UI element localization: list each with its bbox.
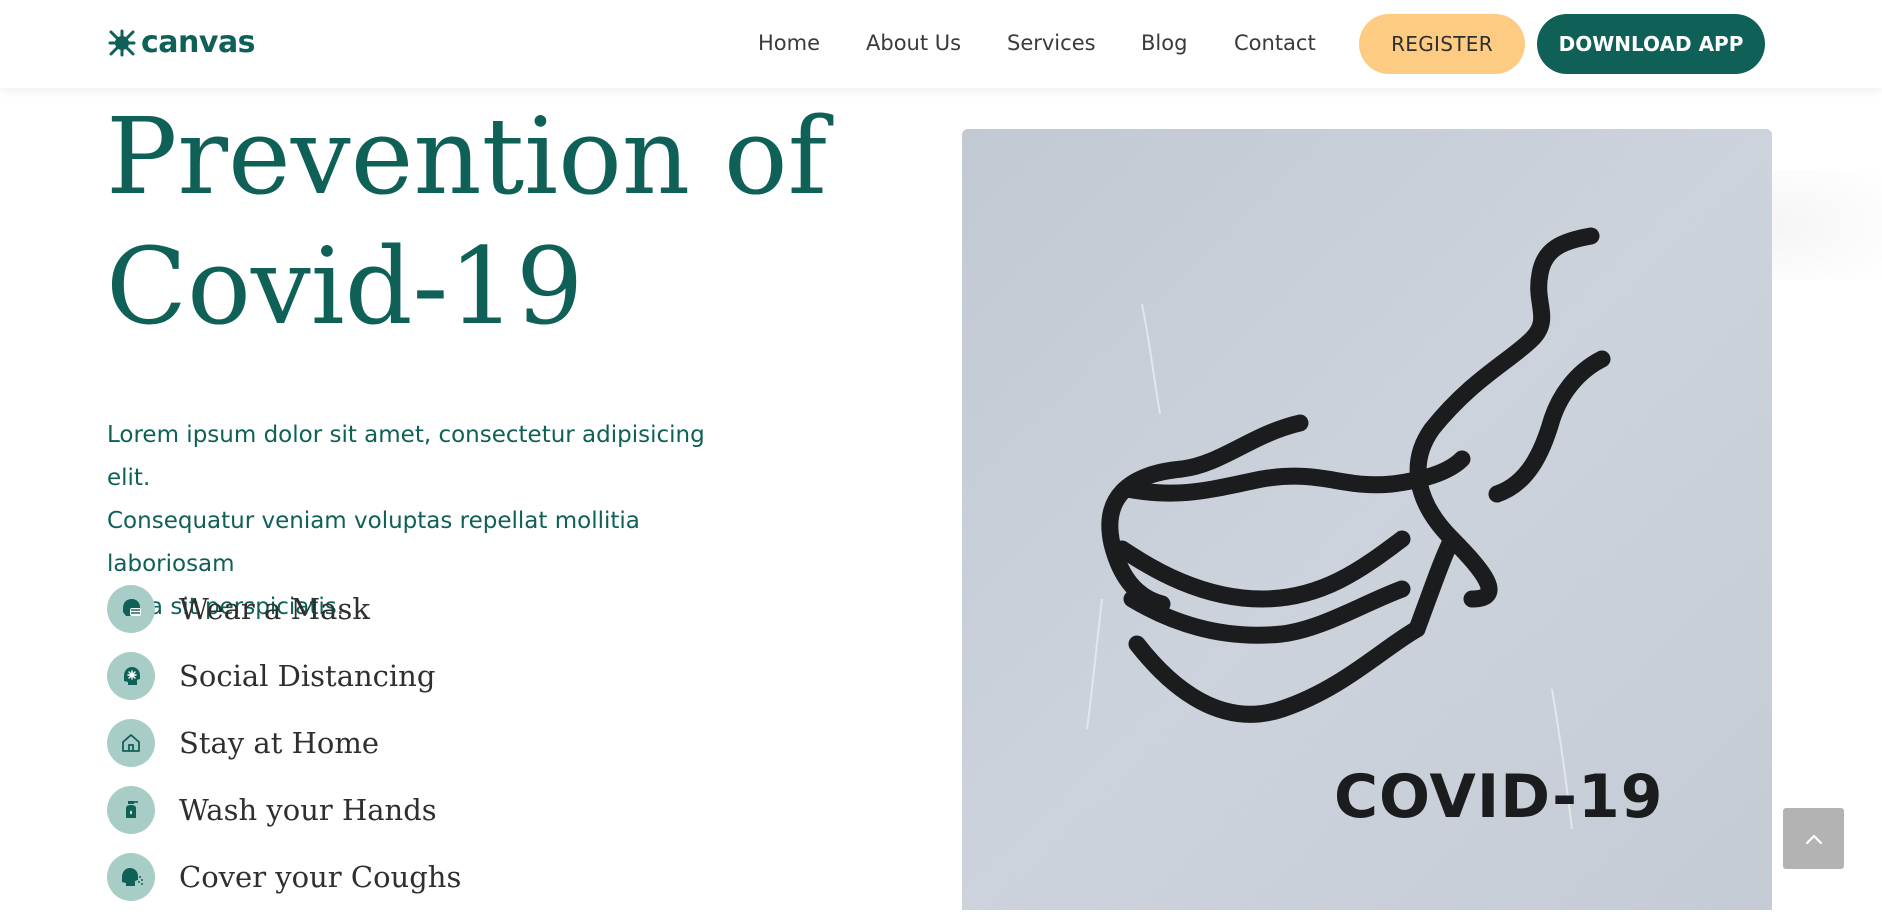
nav-about-us[interactable]: About Us xyxy=(866,31,961,55)
decorative-shadow xyxy=(1772,170,1882,280)
image-covid-text: COVID-19 xyxy=(1334,762,1664,832)
description-line: Lorem ipsum dolor sit amet, consectetur … xyxy=(107,422,705,491)
logo-text: canvas xyxy=(141,25,256,60)
download-app-button[interactable]: DOWNLOAD APP xyxy=(1537,14,1765,74)
virus-logo-icon xyxy=(108,29,136,57)
list-item: Wear a Mask xyxy=(107,585,461,652)
tip-label: Cover your Coughs xyxy=(179,860,462,894)
nav-home[interactable]: Home xyxy=(758,31,820,55)
tip-label: Stay at Home xyxy=(179,726,379,760)
social-distancing-icon xyxy=(107,652,155,700)
hand-wash-icon xyxy=(107,786,155,834)
nav-blog[interactable]: Blog xyxy=(1141,31,1187,55)
home-icon xyxy=(107,719,155,767)
tip-label: Wear a Mask xyxy=(179,592,370,626)
list-item: Stay at Home xyxy=(107,719,461,786)
register-button[interactable]: REGISTER xyxy=(1359,14,1525,74)
nav-contact[interactable]: Contact xyxy=(1234,31,1316,55)
scroll-to-top-button[interactable] xyxy=(1783,808,1844,869)
tip-label: Wash your Hands xyxy=(179,793,437,827)
title-line-2: Covid-19 xyxy=(106,225,584,348)
mask-icon xyxy=(107,585,155,633)
page-title: Prevention of Covid-19 xyxy=(106,92,866,352)
nav-services[interactable]: Services xyxy=(1007,31,1096,55)
list-item: Wash your Hands xyxy=(107,786,461,853)
title-line-1: Prevention of xyxy=(106,95,827,218)
description-line: Consequatur veniam voluptas repellat mol… xyxy=(107,508,640,577)
site-header: canvas Home About Us Services Blog Conta… xyxy=(0,0,1882,88)
logo[interactable]: canvas xyxy=(107,25,256,60)
prevention-tips-list: Wear a Mask Social Distancing Stay at Ho… xyxy=(107,585,461,920)
covid-mask-graffiti-image: COVID-19 xyxy=(962,129,1772,910)
tip-label: Social Distancing xyxy=(179,659,436,693)
cough-icon xyxy=(107,853,155,901)
chevron-up-icon xyxy=(1805,834,1822,844)
list-item: Social Distancing xyxy=(107,652,461,719)
